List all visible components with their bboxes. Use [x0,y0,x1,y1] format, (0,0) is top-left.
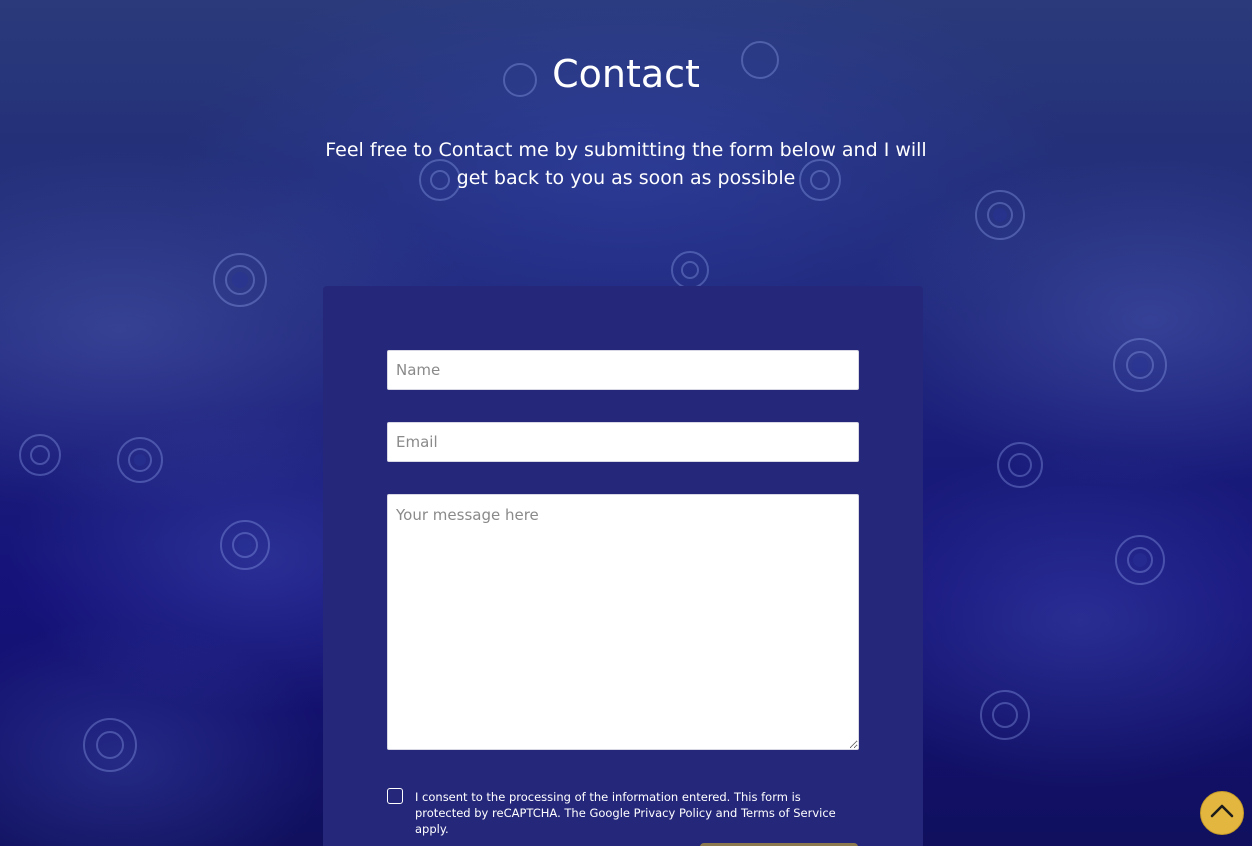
contact-form: I consent to the processing of the infor… [323,286,923,846]
page-title: Contact [552,52,700,96]
page-subtitle: Feel free to Contact me by submitting th… [325,139,927,189]
consent-text: I consent to the processing of the infor… [415,790,836,836]
email-input[interactable] [387,422,859,462]
scroll-to-top-button[interactable] [1200,791,1244,835]
chevron-up-icon [1209,803,1235,823]
name-input[interactable] [387,350,859,390]
consent-checkbox[interactable] [387,788,403,804]
message-textarea[interactable] [387,494,859,750]
